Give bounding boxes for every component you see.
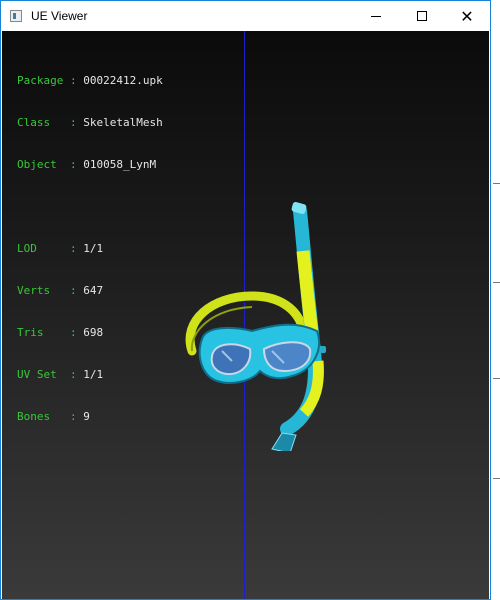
app-icon[interactable]	[10, 10, 22, 22]
info-row-package: Package : 00022412.upk	[17, 74, 163, 87]
info-row-tris: Tris : 698	[17, 326, 104, 339]
object-value: 010058_LynM	[83, 158, 157, 171]
close-icon: ✕	[460, 6, 474, 26]
mask-lens-right	[262, 341, 312, 373]
maximize-icon	[417, 11, 427, 21]
snorkel-mask-mesh	[185, 202, 326, 451]
desktop-tick	[493, 378, 500, 387]
uvset-value: 1/1	[83, 368, 104, 381]
lod-value: 1/1	[83, 242, 104, 255]
desktop-tick	[493, 282, 500, 291]
snorkel-mouthpiece	[271, 432, 297, 451]
mesh-info-overlay: Package : 00022412.upk Class : SkeletalM…	[17, 46, 163, 452]
title-bar[interactable]: UE Viewer ✕	[1, 1, 490, 31]
desktop-window-edge	[490, 110, 500, 135]
info-row-verts: Verts : 647	[17, 284, 104, 297]
ue-viewer-window: UE Viewer ✕ Package : 00022412.upk Class…	[0, 0, 491, 600]
info-row-bones: Bones : 9	[17, 410, 90, 423]
3d-viewport[interactable]: Package : 00022412.upk Class : SkeletalM…	[2, 31, 489, 599]
info-row-lod: LOD : 1/1	[17, 242, 104, 255]
info-row-class: Class : SkeletalMesh	[17, 116, 163, 129]
info-row-uvset: UV Set : 1/1	[17, 368, 104, 381]
info-row-object: Object : 010058_LynM	[17, 158, 157, 171]
class-value: SkeletalMesh	[83, 116, 163, 129]
minimize-button[interactable]	[353, 1, 399, 31]
window-title: UE Viewer	[31, 9, 88, 23]
desktop-tick	[493, 183, 500, 192]
desktop-background-right	[490, 0, 500, 600]
minimize-icon	[371, 15, 381, 17]
bones-value: 9	[83, 410, 90, 423]
maximize-button[interactable]	[399, 1, 445, 31]
close-button[interactable]: ✕	[444, 1, 490, 31]
verts-value: 647	[83, 284, 104, 297]
tris-value: 698	[83, 326, 104, 339]
package-value: 00022412.upk	[83, 74, 163, 87]
desktop-tick	[493, 478, 500, 487]
